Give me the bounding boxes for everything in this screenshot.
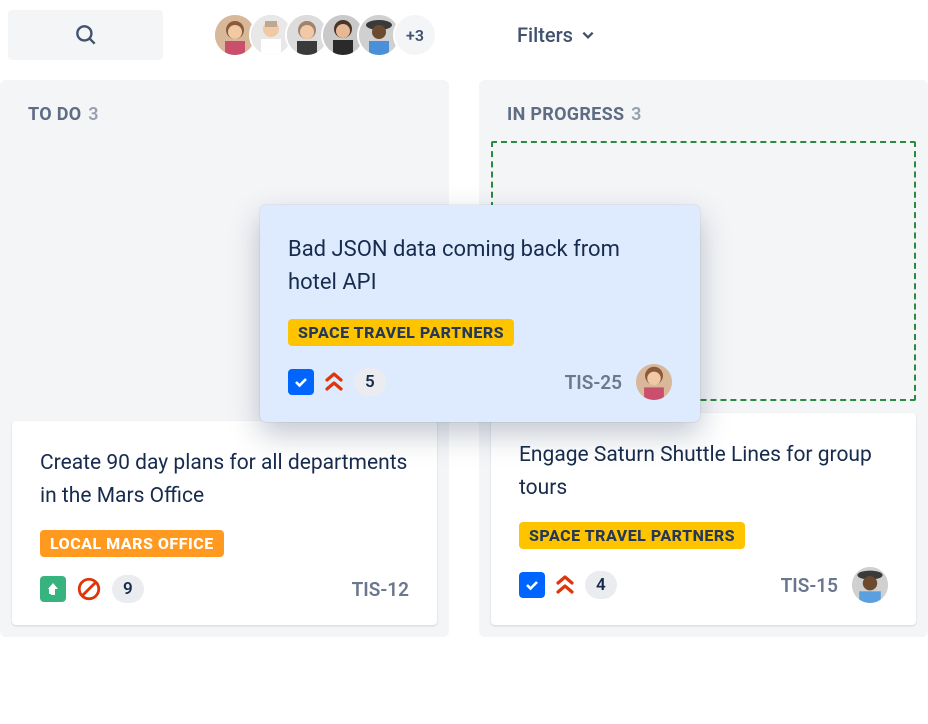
- avatar-stack[interactable]: +3: [213, 13, 437, 57]
- card-title: Engage Saturn Shuttle Lines for group to…: [519, 439, 888, 504]
- dragging-card[interactable]: Bad JSON data coming back from hotel API…: [260, 205, 700, 422]
- card-tag: SPACE TRAVEL PARTNERS: [519, 522, 745, 549]
- avatar-overflow[interactable]: +3: [393, 13, 437, 57]
- issue-key: TIS-25: [565, 371, 622, 394]
- chevron-down-icon: [581, 28, 595, 42]
- issue-key: TIS-15: [781, 574, 838, 597]
- card[interactable]: Engage Saturn Shuttle Lines for group to…: [491, 413, 916, 625]
- story-points-badge: 5: [354, 368, 386, 396]
- column-label: TO DO: [28, 104, 81, 125]
- search-box[interactable]: [8, 10, 163, 60]
- column-header: IN PROGRESS 3: [479, 80, 928, 141]
- card-footer: 9 TIS-12: [40, 575, 409, 603]
- priority-highest-icon: [555, 574, 575, 596]
- card-footer: 4 TIS-15: [519, 567, 888, 603]
- topbar: +3 Filters: [0, 0, 928, 80]
- task-icon: [519, 572, 545, 598]
- column-count: 3: [88, 104, 99, 125]
- column-label: IN PROGRESS: [507, 104, 624, 125]
- priority-highest-icon: [324, 371, 344, 393]
- card-title: Bad JSON data coming back from hotel API: [288, 233, 672, 299]
- issue-key: TIS-12: [352, 578, 409, 601]
- search-icon: [73, 22, 99, 48]
- card-title: Create 90 day plans for all departments …: [40, 447, 409, 512]
- card-tag: LOCAL MARS OFFICE: [40, 530, 224, 557]
- assignee-avatar[interactable]: [852, 567, 888, 603]
- story-icon: [40, 576, 66, 602]
- story-points-badge: 4: [585, 571, 617, 599]
- column-count: 3: [631, 104, 642, 125]
- blocked-icon: [76, 576, 102, 602]
- card-footer: 5 TIS-25: [288, 364, 672, 400]
- column-header: TO DO 3: [0, 80, 449, 141]
- filters-button[interactable]: Filters: [517, 23, 595, 47]
- assignee-avatar[interactable]: [636, 364, 672, 400]
- story-points-badge: 9: [112, 575, 144, 603]
- filters-label: Filters: [517, 23, 573, 47]
- task-icon: [288, 369, 314, 395]
- card-tag: SPACE TRAVEL PARTNERS: [288, 319, 514, 346]
- card[interactable]: Create 90 day plans for all departments …: [12, 421, 437, 625]
